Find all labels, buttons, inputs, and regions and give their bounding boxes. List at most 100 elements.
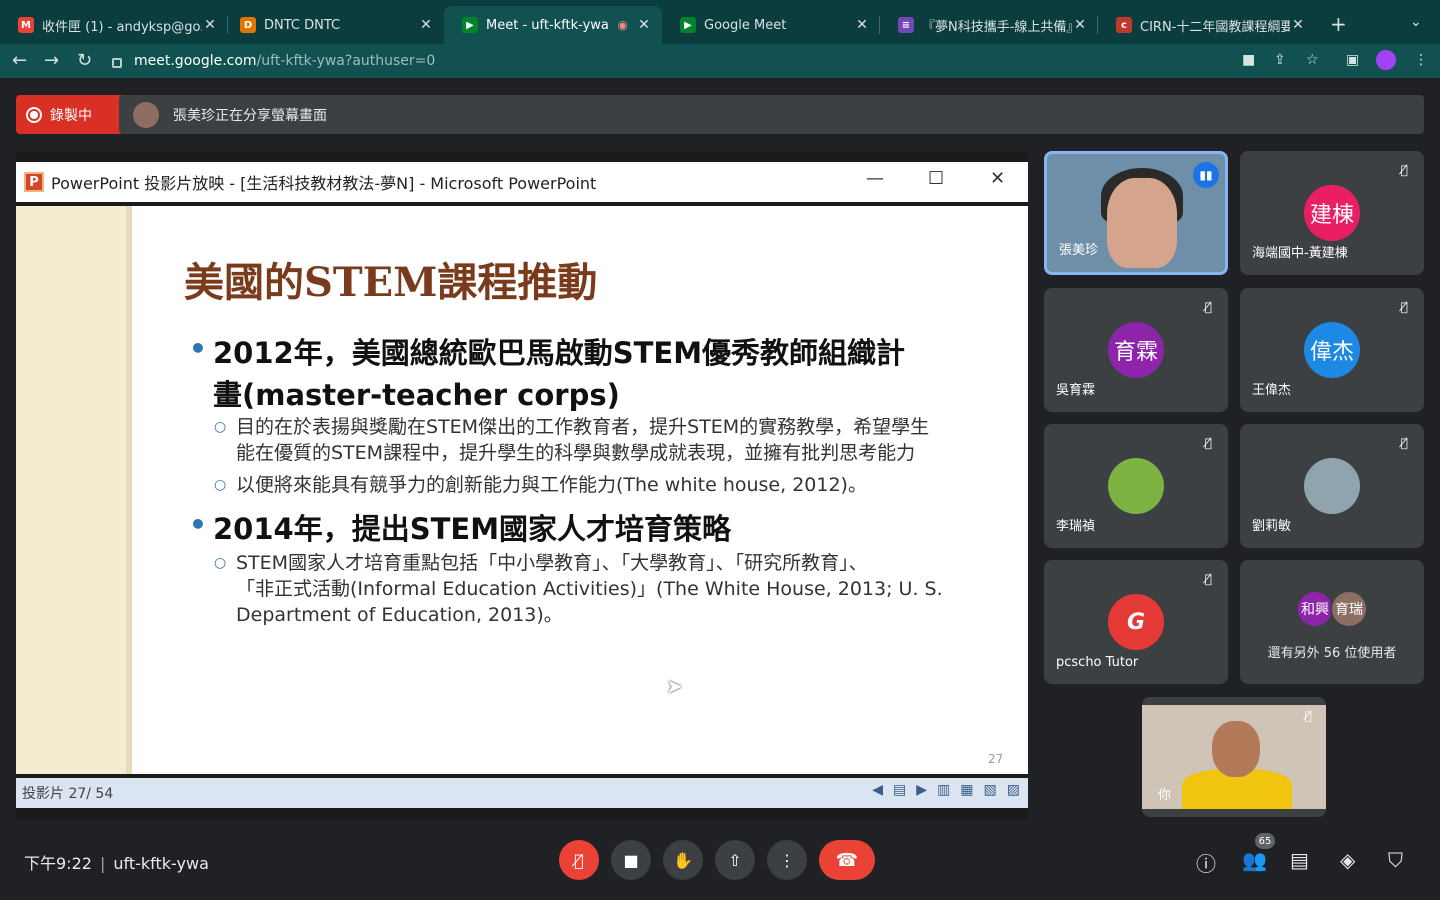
slide-subbullet-cont: 「非正式活動(Informal Education Activities)」(T… — [236, 578, 943, 600]
close-icon[interactable]: ✕ — [1072, 17, 1088, 33]
browser-menu-icon[interactable]: ⋮ — [1414, 52, 1428, 68]
slide-bullet: • 2012年，美國總統歐巴馬啟動STEM優秀教師組織計 — [189, 332, 906, 370]
browser-tab-dntc[interactable]: D DNTC DNTC ✕ — [222, 6, 444, 44]
slide-bullet-cont: 畫(master-teacher corps) — [213, 378, 620, 412]
cirn-icon: c — [1116, 17, 1132, 33]
browser-tab-forms[interactable]: ≡ 『夢N科技攜手-線上共備』 ✕ — [880, 6, 1098, 44]
recording-indicator[interactable]: 錄製中 — [16, 95, 131, 134]
avatar — [1108, 458, 1164, 514]
mic-off-icon: 🎙̸ — [574, 850, 584, 870]
close-icon: ✕ — [990, 168, 1006, 189]
slide-subbullet-cont: 能在優質的STEM課程中，提升學生的科學與數學成就表現，並擁有批判思考能力 — [236, 442, 916, 464]
participant-tile[interactable]: 🎙̸ 李瑞禎 — [1044, 424, 1228, 548]
raise-hand-button[interactable]: ✋ — [663, 840, 703, 880]
address-bar[interactable]: meet.google.com/uft-kftk-ywa?authuser=0 — [112, 48, 1232, 74]
share-icon[interactable]: ⇪ — [1274, 52, 1286, 68]
meet-icon: ▶ — [462, 17, 478, 33]
participant-tile-presenter[interactable]: ▮▮ 張美珍 — [1044, 151, 1228, 275]
slide-subbullet: ○ STEM國家人才培育重點包括「中小學教育」、「大學教育」、「研究所教育」、 — [214, 552, 868, 574]
participant-count-badge: 65 — [1255, 833, 1275, 849]
mic-toggle-button[interactable]: 🎙̸ — [559, 840, 599, 880]
mic-off-icon: 🎙̸ — [1304, 709, 1312, 723]
avatar: 育霖 — [1108, 322, 1164, 378]
meet-icon: ▶ — [680, 17, 696, 33]
close-icon[interactable]: ✕ — [1290, 17, 1306, 33]
browser-tab-strip: M 收件匣 (1) - andyksp@go.e ✕ D DNTC DNTC ✕… — [0, 0, 1440, 44]
bookmark-star-icon[interactable]: ☆ — [1306, 52, 1319, 68]
mic-off-icon: 🎙̸ — [1204, 572, 1212, 586]
camera-permission-icon[interactable]: ■ — [1242, 52, 1255, 68]
profile-avatar[interactable] — [1376, 50, 1396, 70]
mic-off-icon: 🎙̸ — [1400, 300, 1408, 314]
dntc-icon: D — [240, 17, 256, 33]
slide-bullet: • 2014年，提出STEM國家人才培育策略 — [189, 508, 732, 546]
camera-icon: ■ — [623, 850, 639, 870]
self-view-tile[interactable]: 🎙̸ 你 — [1142, 697, 1326, 817]
browser-tab-cirn[interactable]: c CIRN-十二年國教課程綱要 ✕ — [1098, 6, 1316, 44]
hand-icon: ✋ — [673, 850, 693, 870]
participant-tile[interactable]: 🎙̸ 育霖 吳育霖 — [1044, 288, 1228, 412]
participant-tile[interactable]: 🎙̸ 建棟 海端國中-黃建棟 — [1240, 151, 1424, 275]
chevron-down-icon[interactable]: ⌄ — [1410, 14, 1422, 30]
mic-off-icon: 🎙̸ — [1400, 163, 1408, 177]
shared-screen: P PowerPoint 投影片放映 - [生活科技教材教法-夢N] - Mic… — [16, 152, 1028, 820]
side-panel-icon[interactable]: ▣ — [1346, 52, 1359, 68]
avatar: 育瑞 — [1330, 590, 1368, 628]
mic-off-icon: 🎙̸ — [1204, 436, 1212, 450]
slide-subbullet: ○ 目的在於表揚與獎勵在STEM傑出的工作教育者，提升STEM的實務教學，希望學生 — [214, 416, 930, 438]
end-call-button[interactable]: ☎ — [819, 840, 875, 880]
forms-icon: ≡ — [898, 17, 914, 33]
forward-icon[interactable]: → — [44, 50, 59, 71]
slide: 美國的STEM課程推動 • 2012年，美國總統歐巴馬啟動STEM優秀教師組織計 … — [16, 206, 1028, 774]
avatar: G — [1108, 594, 1164, 650]
meeting-details-icon[interactable]: ⓘ — [1196, 848, 1216, 877]
next-slide-icon: ▶ — [916, 782, 928, 798]
activities-icon[interactable]: ◈ — [1340, 848, 1355, 872]
more-vert-icon: ⋮ — [779, 850, 795, 870]
prev-slide-icon: ◀ — [872, 782, 884, 798]
people-icon[interactable]: 👥 — [1242, 848, 1267, 872]
sorter-view-icon: ▦ — [960, 782, 974, 798]
mouse-cursor-icon: ➤ — [666, 674, 683, 698]
presenting-banner: 張美珍正在分享螢幕畫面 — [119, 95, 1424, 134]
participant-tile[interactable]: 🎙̸ 偉杰 王偉杰 — [1240, 288, 1424, 412]
reading-view-icon: ▧ — [983, 782, 997, 798]
host-controls-icon[interactable]: ⛉ — [1388, 848, 1403, 872]
participant-tile[interactable]: 🎙̸ 劉莉敏 — [1240, 424, 1424, 548]
mic-off-icon: 🎙̸ — [1400, 436, 1408, 450]
camera-toggle-button[interactable]: ■ — [611, 840, 651, 880]
close-icon[interactable]: ✕ — [202, 17, 218, 33]
slide-page-number: 27 — [988, 752, 1004, 766]
slide-subbullet-cont: Department of Education, 2013)。 — [236, 604, 563, 626]
hang-up-icon: ☎ — [835, 849, 859, 871]
avatar: 偉杰 — [1304, 322, 1360, 378]
close-icon[interactable]: ✕ — [418, 17, 434, 33]
slide-menu-icon: ▤ — [893, 782, 907, 798]
mic-off-icon: 🎙̸ — [1204, 300, 1212, 314]
present-screen-button[interactable]: ⇧ — [715, 840, 755, 880]
close-icon[interactable]: ✕ — [854, 17, 870, 33]
speaking-indicator-icon: ▮▮ — [1193, 162, 1219, 188]
recording-icon — [26, 106, 42, 123]
more-participants-tile[interactable]: 和興 育瑞 還有另外 56 位使用者 — [1240, 560, 1424, 684]
browser-toolbar: ← → ↻ meet.google.com/uft-kftk-ywa?authu… — [0, 44, 1440, 78]
more-options-button[interactable]: ⋮ — [767, 840, 807, 880]
reload-icon[interactable]: ↻ — [77, 50, 92, 71]
lock-icon — [112, 58, 122, 68]
browser-tab-google-meet[interactable]: ▶ Google Meet ✕ — [662, 6, 880, 44]
chat-icon[interactable]: ▤ — [1290, 848, 1309, 872]
gmail-icon: M — [18, 17, 34, 33]
browser-tab-meet-active[interactable]: ▶ Meet - uft-kftk-ywa ◉ ✕ — [444, 6, 662, 44]
close-icon[interactable]: ✕ — [636, 17, 652, 33]
participant-tile[interactable]: 🎙̸ G pcscho Tutor — [1044, 560, 1228, 684]
new-tab-icon[interactable]: + — [1330, 12, 1347, 36]
slideshow-view-icon: ▨ — [1006, 782, 1020, 798]
meeting-info-bar: 下午9:22 | uft-kftk-ywa — [24, 854, 209, 873]
avatar — [1304, 458, 1360, 514]
maximize-icon: ☐ — [928, 168, 945, 189]
back-icon[interactable]: ← — [12, 50, 27, 71]
avatar: 建棟 — [1304, 185, 1360, 241]
ppt-status-bar: 投影片 27/ 54 ◀ ▤ ▶ ▥ ▦ ▧ ▨ — [16, 778, 1028, 808]
slide-subbullet: ○ 以便將來能具有競爭力的創新能力與工作能力(The white house, 2… — [214, 474, 867, 496]
browser-tab-gmail[interactable]: M 收件匣 (1) - andyksp@go.e ✕ — [0, 6, 228, 44]
